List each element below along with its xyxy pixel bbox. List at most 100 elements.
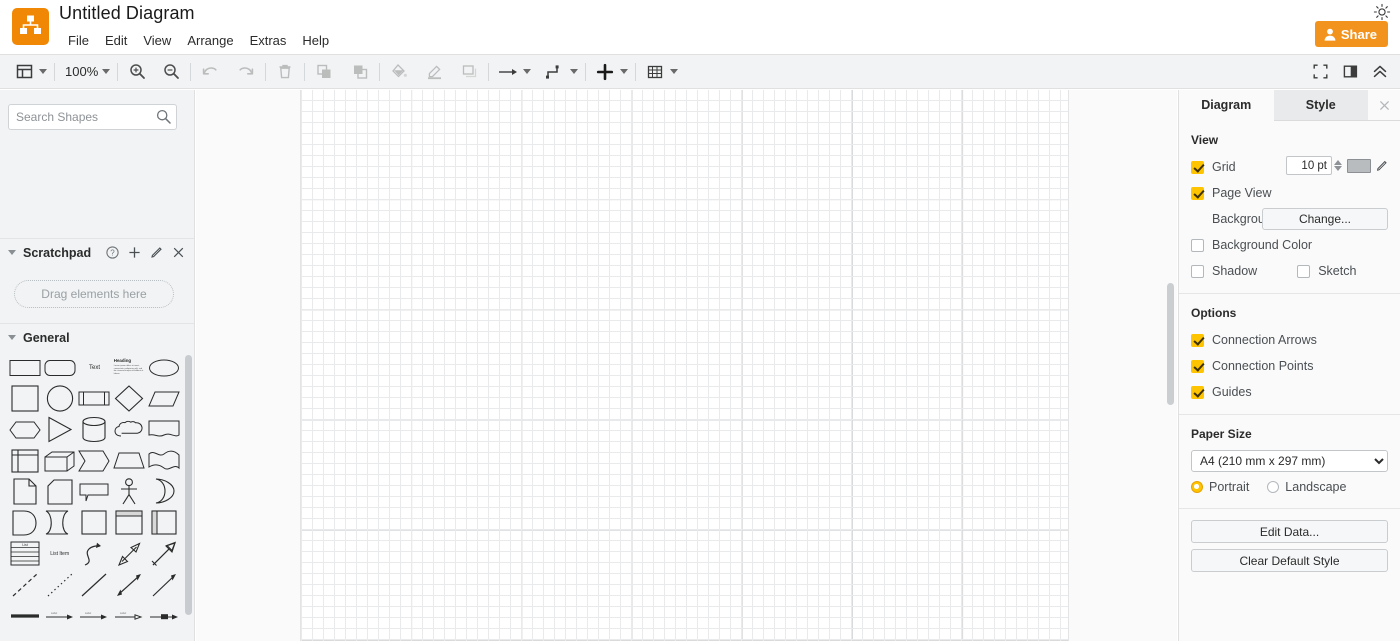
shape-process[interactable] [78,383,112,414]
menu-arrange[interactable]: Arrange [179,31,241,50]
shape-arrow[interactable] [147,538,181,569]
scratchpad-dropzone[interactable]: Drag elements here [14,280,174,308]
shape-bidirectional-connector[interactable] [112,569,146,600]
plus-insert-caret-icon[interactable] [620,69,629,74]
tab-style[interactable]: Style [1273,90,1368,121]
shape-text[interactable]: Text [78,352,112,383]
arrow-connection-icon[interactable] [496,60,520,84]
tab-diagram[interactable]: Diagram [1179,90,1274,121]
background-change-button[interactable]: Change... [1262,208,1388,230]
shape-data-storage[interactable] [43,507,77,538]
shadow-checkbox[interactable] [1191,264,1204,278]
portrait-radio[interactable] [1191,481,1203,493]
shape-delay[interactable] [8,507,42,538]
view-layout-icon[interactable] [12,60,36,84]
search-icon[interactable] [156,109,171,129]
shape-bidirectional-arrow[interactable] [112,538,146,569]
shape-textbox-heading[interactable]: Heading Lorem ipsum dolor sit amet, cons… [112,352,146,383]
guides-checkbox[interactable] [1191,385,1204,399]
table-grid-icon[interactable] [643,60,667,84]
shape-cloud[interactable] [112,414,146,445]
shape-or[interactable] [147,476,181,507]
grid-size-stepper[interactable] [1334,160,1342,171]
menu-extras[interactable]: Extras [242,31,295,50]
arrow-connection-caret-icon[interactable] [523,69,532,74]
search-input[interactable] [8,104,177,130]
shape-dashed-line[interactable] [8,569,42,600]
close-icon[interactable] [172,246,185,259]
shape-square[interactable] [8,383,42,414]
shape-trapezoid[interactable] [112,445,146,476]
plus-icon[interactable] [128,246,141,259]
shape-actor[interactable] [112,476,146,507]
shape-internal-storage[interactable] [8,445,42,476]
shape-directional-connector[interactable] [147,569,181,600]
stepper-down-icon[interactable] [1334,166,1342,171]
shape-list-item[interactable]: List Item [43,538,77,569]
clear-default-style-button[interactable]: Clear Default Style [1191,549,1388,572]
shape-dotted-line[interactable] [43,569,77,600]
shape-link-arrow[interactable]: Label [43,600,77,631]
bring-to-front-icon[interactable] [312,60,336,84]
shape-circle[interactable] [43,383,77,414]
grid-color-swatch[interactable] [1347,158,1371,173]
format-panel-icon[interactable] [1338,60,1362,84]
shape-solid-line[interactable] [78,569,112,600]
brightness-sun-icon[interactable] [1372,2,1392,22]
shape-container[interactable] [78,507,112,538]
sketch-checkbox[interactable] [1297,264,1311,278]
shape-edge-with-node[interactable] [147,600,181,631]
edge-style-icon[interactable] [543,60,567,84]
shape-thick-line[interactable] [8,600,42,631]
sidebar-section-scratchpad[interactable]: Scratchpad ? [0,238,194,266]
zoom-caret-icon[interactable] [102,69,111,74]
line-color-icon[interactable] [422,60,446,84]
shape-horizontal-container[interactable] [112,507,146,538]
shape-cube[interactable] [43,445,77,476]
connection-points-checkbox[interactable] [1191,359,1204,373]
edge-style-caret-icon[interactable] [570,69,579,74]
send-to-back-icon[interactable] [348,60,372,84]
share-button[interactable]: Share [1314,21,1388,47]
fill-color-icon[interactable] [387,60,411,84]
shape-document[interactable] [147,414,181,445]
zoom-in-icon[interactable] [125,60,149,84]
close-icon[interactable] [1368,90,1400,121]
shape-step[interactable] [78,445,112,476]
zoom-level-label[interactable]: 100% [62,64,99,79]
canvas-vertical-scrollbar[interactable] [1167,283,1174,405]
landscape-radio[interactable] [1267,481,1280,493]
pencil-icon[interactable] [150,246,163,259]
shape-vertical-container[interactable] [147,507,181,538]
shape-dotted-label-arrow[interactable]: Label [112,600,146,631]
redo-icon[interactable] [234,60,258,84]
stepper-up-icon[interactable] [1334,160,1342,165]
shape-diamond[interactable] [112,383,146,414]
paper-size-select[interactable]: A4 (210 mm x 297 mm) [1191,450,1388,472]
shape-callout[interactable] [78,476,112,507]
menu-view[interactable]: View [135,31,179,50]
shape-tape[interactable] [147,445,181,476]
grid-size-input[interactable] [1286,156,1332,175]
menu-edit[interactable]: Edit [97,31,135,50]
pencil-icon[interactable] [1376,160,1388,172]
shape-ellipse[interactable] [147,352,181,383]
table-grid-caret-icon[interactable] [670,69,679,74]
sidebar-scrollbar[interactable] [185,355,192,615]
shape-dashed-label-arrow[interactable]: Label [78,600,112,631]
shape-list[interactable]: List [8,538,42,569]
shape-parallelogram[interactable] [147,383,181,414]
trash-icon[interactable] [273,60,297,84]
shape-triangle[interactable] [43,414,77,445]
plus-insert-icon[interactable] [593,60,617,84]
background-color-checkbox[interactable] [1191,238,1204,252]
chevron-up-double-icon[interactable] [1368,60,1392,84]
shape-cylinder[interactable] [78,414,112,445]
diagram-canvas[interactable] [196,90,1177,641]
shadow-icon[interactable] [457,60,481,84]
shape-card[interactable] [43,476,77,507]
page-view-checkbox[interactable] [1191,186,1204,200]
question-circle-icon[interactable]: ? [106,246,119,259]
menu-help[interactable]: Help [294,31,337,50]
sidebar-section-general[interactable]: General [0,323,194,351]
